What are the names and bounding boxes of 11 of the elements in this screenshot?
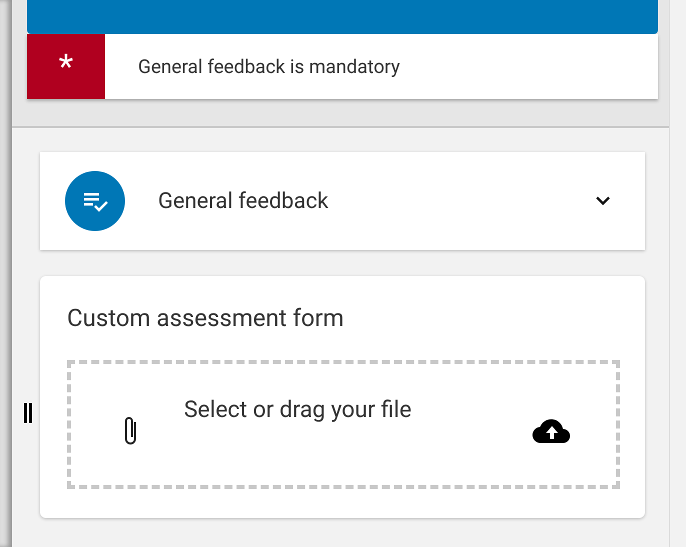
chevron-icon[interactable]: [595, 196, 611, 206]
scrollbar-track[interactable]: [669, 0, 686, 547]
upload-placeholder: Select or drag your file: [184, 396, 412, 423]
panel-title: General feedback: [158, 188, 330, 214]
form-title: Custom assessment form: [67, 304, 345, 332]
feedback-panel-header[interactable]: General feedback: [40, 152, 645, 250]
file-drop-zone[interactable]: Select or drag your file: [67, 360, 620, 489]
required-marker: *: [27, 34, 105, 99]
alert-message: General feedback is mandatory: [138, 55, 400, 78]
checklist-icon: [65, 171, 125, 231]
resize-handle-icon[interactable]: [24, 403, 32, 423]
